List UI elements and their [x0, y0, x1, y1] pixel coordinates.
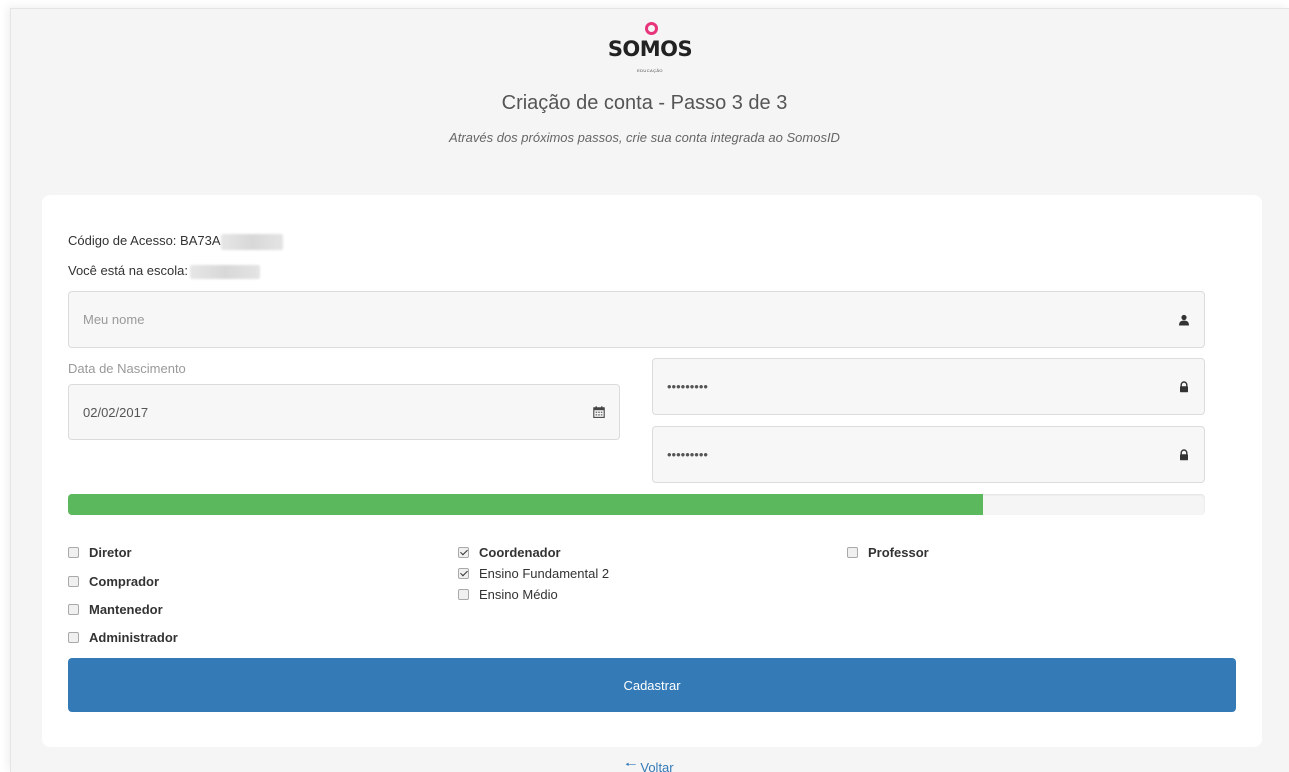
checkbox[interactable] [847, 547, 858, 558]
user-icon [1179, 314, 1189, 325]
submit-button[interactable]: Cadastrar [68, 658, 1236, 712]
access-code-label: Código de Acesso: BA73A [68, 233, 221, 248]
school-info: Você está na escola: [68, 263, 260, 279]
somos-logo: SOMOS EDUCAÇÃO [605, 20, 695, 76]
page-title: Criação de conta - Passo 3 de 3 [501, 92, 788, 114]
redacted-school-name [189, 264, 260, 279]
level-ensino-medio[interactable]: Ensino Médio [458, 587, 558, 602]
access-code: Código de Acesso: BA73A [68, 233, 283, 250]
role-administrador-label: Administrador [89, 630, 178, 645]
back-link[interactable]: 🠐 Voltar [625, 756, 674, 772]
calendar-icon[interactable] [593, 406, 605, 418]
arrow-left-icon: 🠐 [625, 757, 637, 772]
role-professor[interactable]: Professor [847, 545, 929, 560]
logo-subtext: EDUCAÇÃO [637, 68, 663, 73]
birth-date-field [68, 384, 620, 440]
back-link-label: Voltar [640, 759, 674, 772]
role-administrador[interactable]: Administrador [68, 630, 178, 645]
logo-ring-icon [645, 22, 658, 35]
checkbox[interactable] [68, 632, 79, 643]
password-strength-fill [68, 494, 984, 515]
password-confirm-field [652, 426, 1205, 483]
role-mantenedor[interactable]: Mantenedor [68, 602, 163, 617]
birth-date-label: Data de Nascimento [68, 361, 186, 376]
role-diretor-label: Diretor [89, 545, 132, 560]
password-input[interactable] [653, 359, 1204, 414]
checkbox[interactable] [68, 547, 79, 558]
name-field [68, 291, 1205, 348]
level-ensino-fundamental-2-label: Ensino Fundamental 2 [479, 566, 610, 581]
birth-date-input[interactable] [69, 385, 619, 439]
role-diretor[interactable]: Diretor [68, 545, 132, 560]
level-ensino-medio-label: Ensino Médio [479, 587, 558, 602]
school-label: Você está na escola: [68, 263, 188, 278]
role-comprador[interactable]: Comprador [68, 574, 159, 589]
role-mantenedor-label: Mantenedor [89, 602, 163, 617]
password-strength-bar [68, 494, 1205, 515]
role-coordenador-label: Coordenador [479, 545, 561, 560]
checkbox[interactable] [458, 547, 469, 558]
page-subtitle: Através dos próximos passos, crie sua co… [449, 130, 840, 145]
password-field [652, 358, 1205, 415]
lock-icon [1180, 448, 1188, 460]
role-coordenador[interactable]: Coordenador [458, 545, 561, 560]
redacted-access-code [220, 233, 283, 250]
role-comprador-label: Comprador [89, 574, 160, 589]
name-input[interactable] [69, 292, 1204, 347]
checkbox[interactable] [68, 604, 79, 615]
role-professor-label: Professor [868, 545, 929, 560]
level-ensino-fundamental-2[interactable]: Ensino Fundamental 2 [458, 566, 609, 581]
checkbox[interactable] [458, 568, 469, 579]
checkbox[interactable] [68, 576, 79, 587]
password-confirm-input[interactable] [653, 427, 1204, 482]
checkbox[interactable] [458, 589, 469, 600]
lock-icon [1180, 380, 1188, 392]
logo-text: SOMOS [607, 37, 693, 61]
